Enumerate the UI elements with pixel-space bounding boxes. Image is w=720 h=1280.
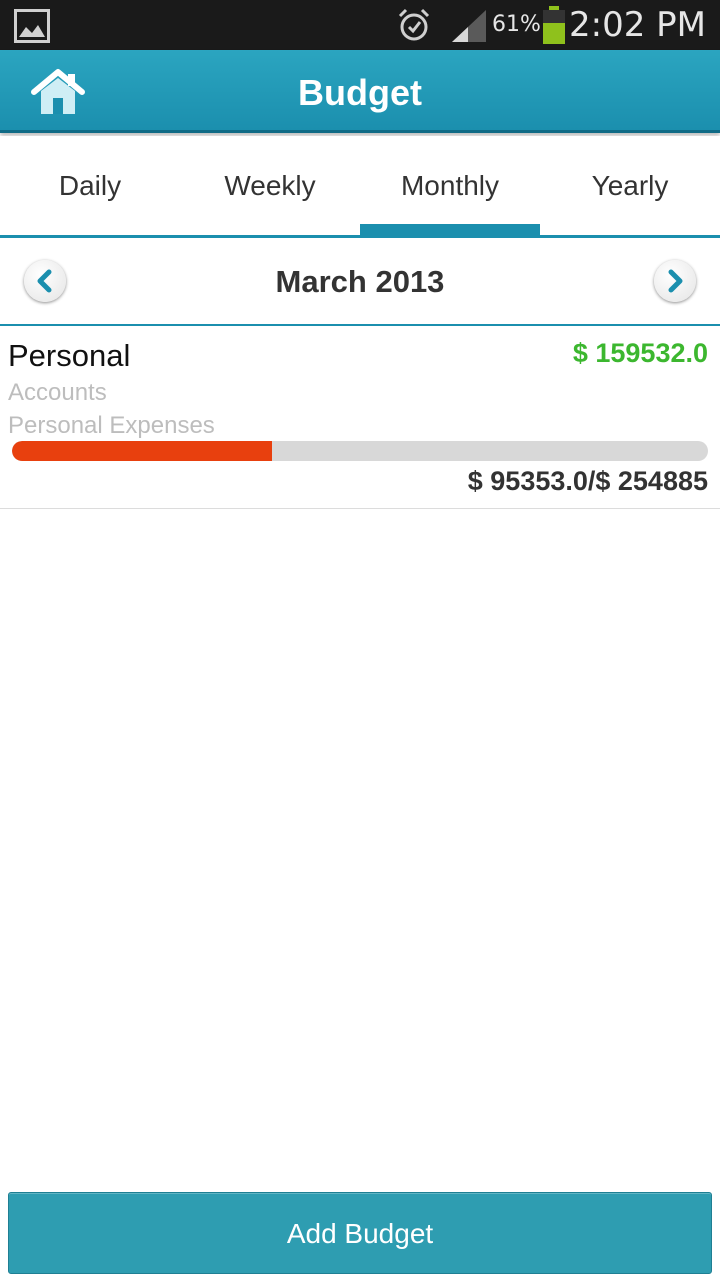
budget-progress-fill [12, 441, 273, 461]
clock: 2:02 PM [569, 5, 706, 45]
page-title: Budget [298, 72, 422, 113]
period-label: March 2013 [275, 264, 445, 299]
chevron-right-icon [668, 269, 683, 293]
gallery-icon [14, 9, 50, 48]
budget-name: Personal [8, 338, 131, 373]
action-bar: Budget [0, 50, 720, 133]
budget-accounts-label: Accounts [8, 379, 107, 406]
tab-daily[interactable]: Daily [0, 136, 180, 236]
tab-monthly[interactable]: Monthly [360, 136, 540, 236]
budget-spent-vs-total: $ 95353.0/$ 254885 [467, 466, 708, 496]
tab-yearly[interactable]: Yearly [540, 136, 720, 236]
budget-list-item[interactable]: Personal $ 159532.0 Accounts Personal Ex… [0, 326, 720, 509]
budget-remaining-amount: $ 159532.0 [572, 338, 708, 368]
budget-progress-bar [12, 441, 708, 461]
battery-icon [542, 6, 566, 49]
status-bar: 61% 2:02 PM [0, 0, 720, 50]
next-period-button[interactable] [654, 260, 696, 302]
add-budget-button[interactable]: Add Budget [8, 1192, 712, 1274]
period-navigator: March 2013 [0, 238, 720, 326]
battery-percentage: 61% [492, 12, 541, 37]
tab-weekly[interactable]: Weekly [180, 136, 360, 236]
signal-icon [450, 10, 488, 47]
period-tabs: Daily Weekly Monthly Yearly [0, 136, 720, 236]
budget-category: Personal Expenses [8, 412, 215, 439]
alarm-icon [396, 7, 432, 48]
